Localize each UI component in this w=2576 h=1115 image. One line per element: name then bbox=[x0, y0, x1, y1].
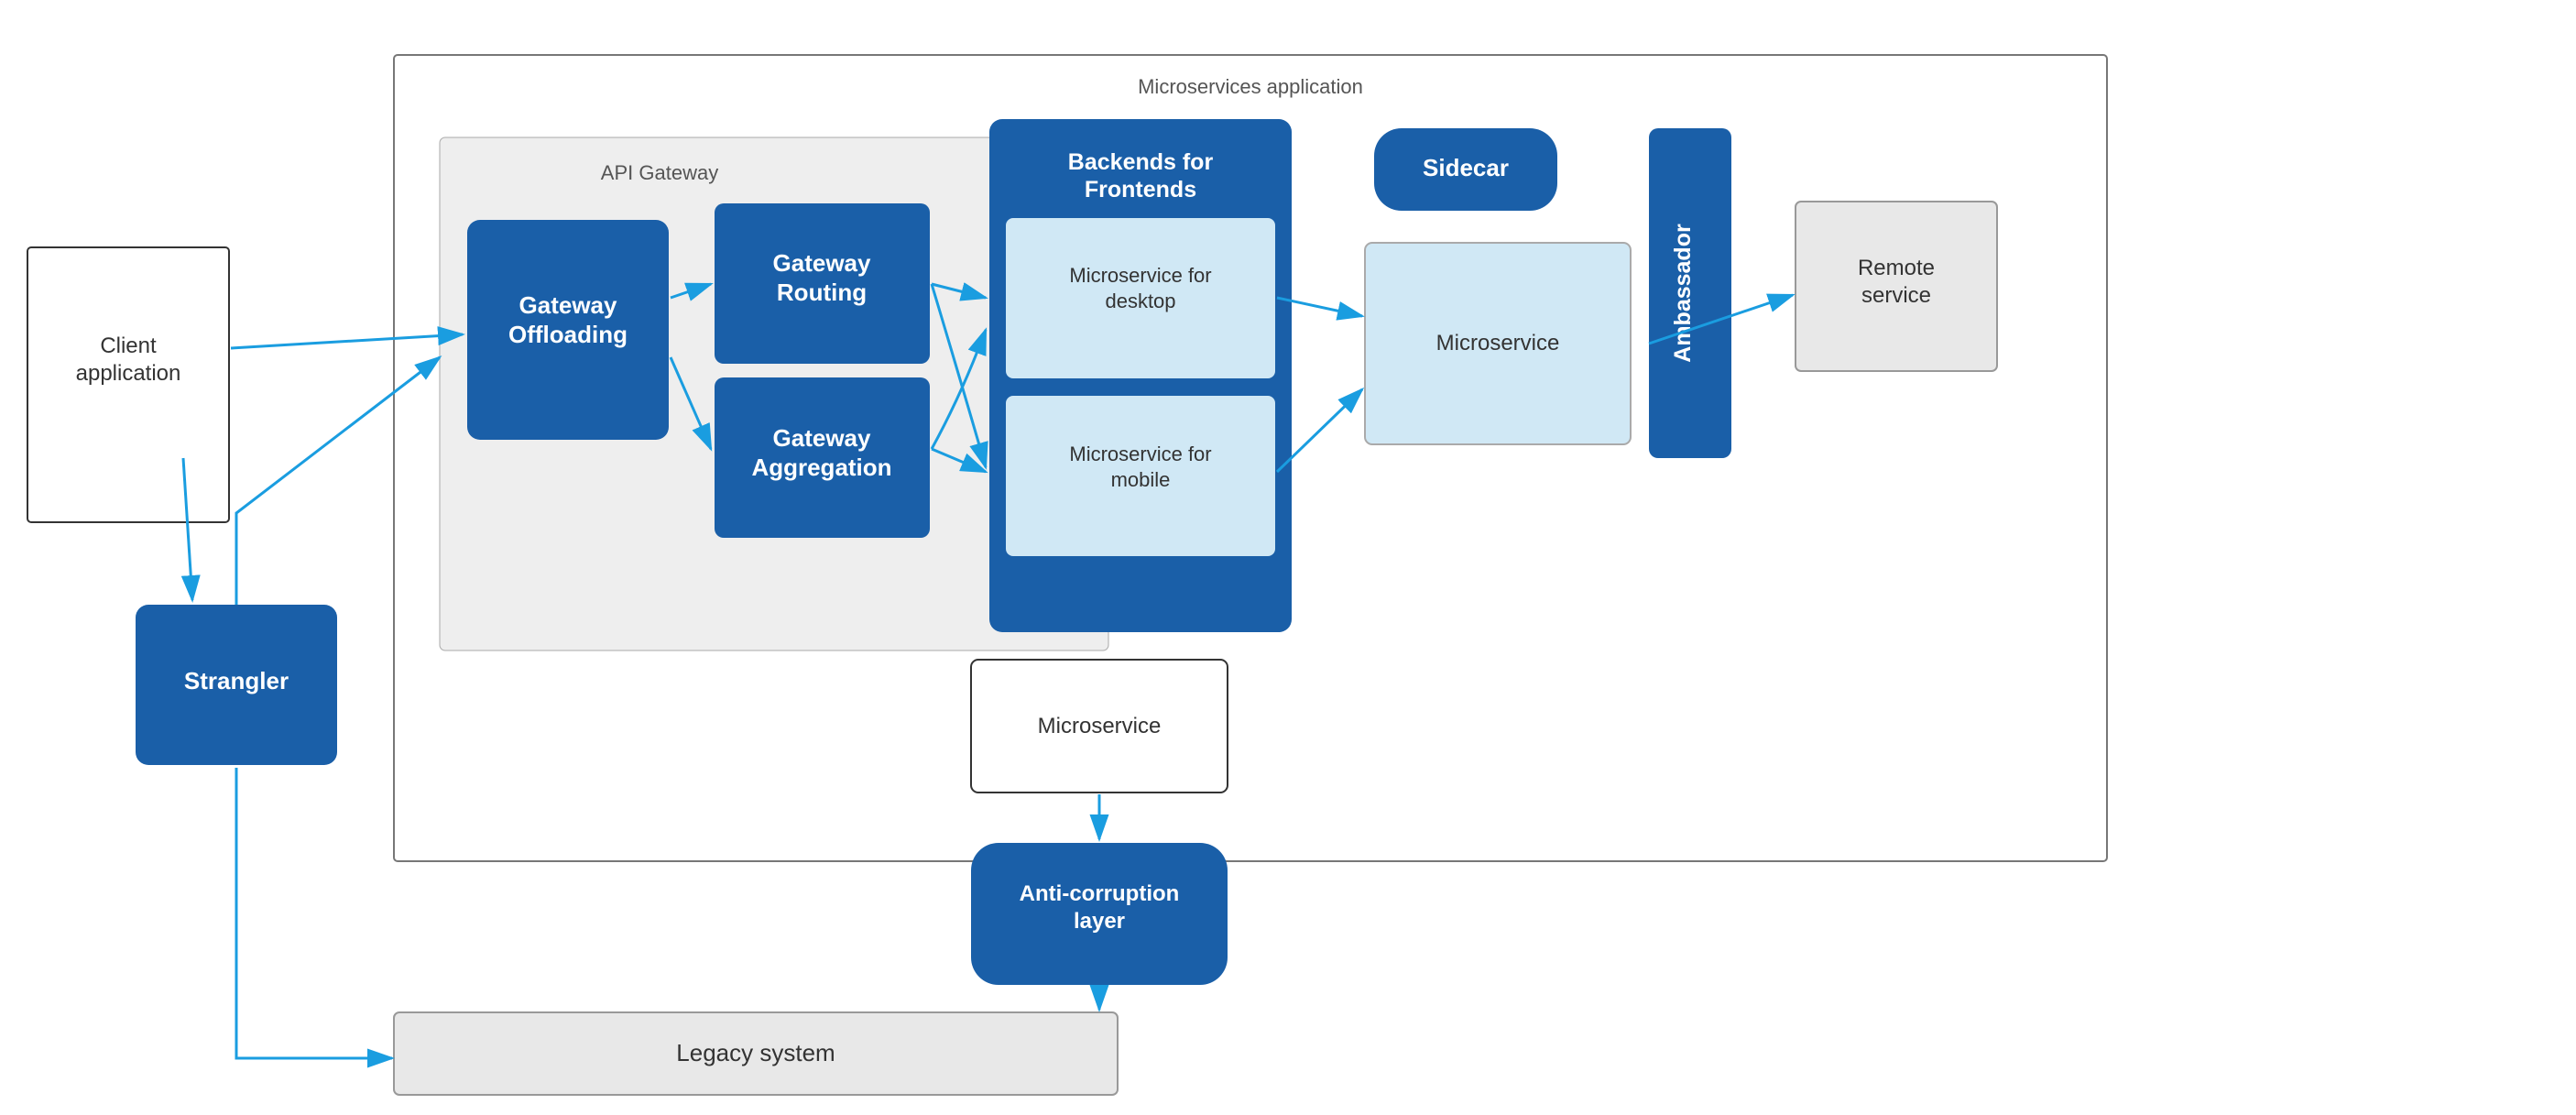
microservice-lower-label: Microservice bbox=[1038, 714, 1162, 738]
arrow-strangler-to-api-gateway bbox=[236, 357, 440, 605]
backends-frontends-title2: Frontends bbox=[1085, 177, 1196, 202]
anti-corruption-label1: Anti-corruption bbox=[1020, 881, 1180, 906]
gateway-aggregation-label: Gateway bbox=[773, 424, 871, 452]
microservice-desktop-label2: desktop bbox=[1105, 290, 1175, 312]
svg-text:application: application bbox=[76, 361, 181, 386]
gateway-routing-label: Gateway bbox=[773, 249, 871, 277]
microservices-app-label: Microservices application bbox=[1138, 75, 1363, 98]
remote-service-label2: service bbox=[1861, 283, 1931, 308]
svg-text:Aggregation: Aggregation bbox=[751, 454, 891, 481]
api-gateway-label: API Gateway bbox=[601, 161, 718, 184]
microservice-desktop-label1: Microservice for bbox=[1069, 264, 1211, 287]
client-application-label: Client bbox=[100, 333, 157, 358]
strangler-label: Strangler bbox=[184, 667, 289, 694]
svg-text:Offloading: Offloading bbox=[508, 321, 628, 348]
diagram-container: Microservices application API Gateway Cl… bbox=[0, 0, 2576, 1115]
backends-frontends-title1: Backends for bbox=[1068, 149, 1214, 175]
microservice-main-label: Microservice bbox=[1436, 331, 1560, 355]
sidecar-label: Sidecar bbox=[1423, 154, 1509, 181]
remote-service-label1: Remote bbox=[1858, 256, 1935, 280]
gateway-offloading-label: Gateway bbox=[519, 291, 617, 319]
microservice-mobile-label1: Microservice for bbox=[1069, 443, 1211, 465]
svg-text:Routing: Routing bbox=[777, 279, 867, 306]
microservice-mobile-label2: mobile bbox=[1111, 468, 1171, 491]
legacy-system-label: Legacy system bbox=[676, 1039, 835, 1066]
anti-corruption-label2: layer bbox=[1074, 909, 1125, 934]
arrow-strangler-to-legacy bbox=[236, 768, 392, 1058]
ambassador-label: Ambassador bbox=[1670, 224, 1696, 363]
arrow-client-to-gateway-offloading bbox=[231, 334, 463, 348]
